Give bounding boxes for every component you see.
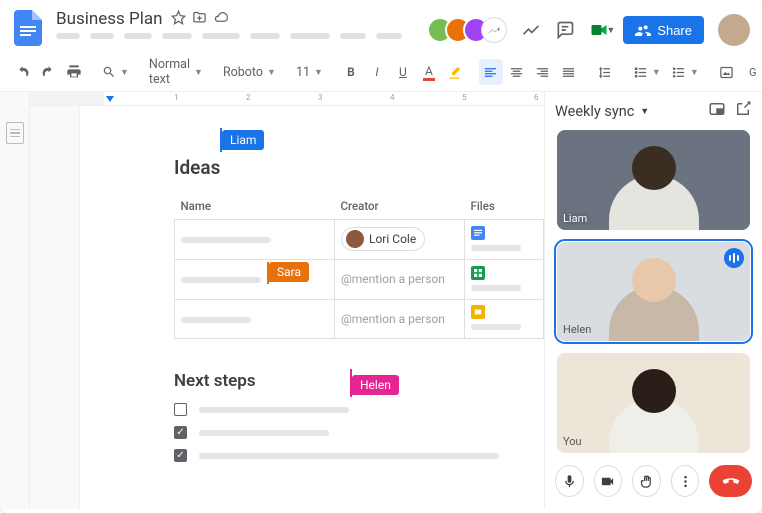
more-options-button[interactable] (671, 465, 700, 497)
font-dropdown[interactable]: Roboto▼ (219, 65, 280, 80)
mention-placeholder[interactable]: @mention a person (341, 272, 445, 286)
video-tile-helen[interactable]: Helen (557, 242, 750, 342)
meet-title-dropdown[interactable]: Weekly sync▼ (555, 103, 700, 120)
cursor-flag-helen: Helen (352, 375, 399, 395)
menu-bar[interactable] (54, 33, 419, 39)
cloud-status-icon[interactable] (213, 10, 229, 29)
align-center-button[interactable] (505, 59, 529, 85)
hangup-button[interactable] (709, 465, 752, 497)
move-icon[interactable] (192, 10, 207, 29)
highlight-button[interactable] (443, 59, 467, 85)
align-right-button[interactable] (531, 59, 555, 85)
camera-button[interactable] (594, 465, 623, 497)
vertical-ruler[interactable] (30, 106, 80, 509)
align-left-button[interactable] (479, 59, 503, 85)
underline-button[interactable]: U (391, 59, 415, 85)
activity-icon[interactable] (521, 20, 541, 40)
meet-panel: Weekly sync▼ Liam Helen You (544, 92, 762, 509)
comments-icon[interactable] (555, 20, 575, 40)
mention-placeholder[interactable]: @mention a person (341, 312, 445, 326)
bulletlist-button[interactable]: ▼ (667, 65, 703, 80)
checkbox-checked[interactable] (174, 426, 187, 439)
line-spacing-button[interactable] (593, 59, 617, 85)
mic-button[interactable] (555, 465, 584, 497)
share-label: Share (657, 23, 692, 38)
document-canvas[interactable]: Ideas Liam Name Creator Files (80, 106, 544, 509)
bold-button[interactable]: B (339, 59, 363, 85)
video-tile-you[interactable]: You (557, 353, 750, 453)
cursor-flag-liam: Liam (222, 130, 264, 150)
pip-icon[interactable] (708, 100, 726, 122)
popout-icon[interactable] (734, 100, 752, 122)
outline-icon[interactable] (6, 122, 24, 144)
col-creator: Creator (335, 197, 465, 220)
account-avatar[interactable] (718, 14, 750, 46)
text-color-button[interactable]: A (417, 59, 441, 85)
style-dropdown[interactable]: Normal text▼ (145, 57, 207, 87)
col-name: Name (175, 197, 335, 220)
fontsize-dropdown[interactable]: 11▼ (292, 65, 327, 80)
horizontal-ruler[interactable]: 1 2 3 4 5 6 (30, 92, 544, 106)
insert-g-button[interactable]: G (741, 59, 762, 85)
docs-logo[interactable] (10, 10, 46, 46)
creator-chip[interactable]: Lori Cole (341, 227, 425, 251)
ideas-table[interactable]: Name Creator Files Lori Cole Sara (174, 197, 544, 339)
share-button[interactable]: Share (623, 16, 704, 44)
undo-button[interactable] (10, 59, 34, 85)
raise-hand-button[interactable] (632, 465, 661, 497)
redo-button[interactable] (36, 59, 60, 85)
insert-image-button[interactable] (715, 59, 739, 85)
speaking-indicator-icon (724, 248, 744, 268)
heading-ideas: Ideas (174, 156, 220, 179)
italic-button[interactable]: I (365, 59, 389, 85)
slides-file-icon[interactable] (471, 305, 485, 319)
toolbar: ▼ Normal text▼ Roboto▼ 11▼ B I U A ▼ ▼ G… (0, 52, 762, 92)
align-justify-button[interactable] (557, 59, 581, 85)
checkbox-unchecked[interactable] (174, 403, 187, 416)
collaborator-avatars[interactable] (427, 17, 507, 43)
print-button[interactable] (62, 59, 86, 85)
meet-icon[interactable]: ▼ (589, 20, 609, 40)
docs-file-icon[interactable] (471, 226, 485, 240)
video-tile-liam[interactable]: Liam (557, 130, 750, 230)
checkbox-checked[interactable] (174, 449, 187, 462)
checklist[interactable]: Helen (174, 403, 544, 462)
cursor-flag-sara: Sara (269, 262, 309, 282)
star-icon[interactable] (171, 10, 186, 29)
col-files: Files (465, 197, 544, 220)
doc-title[interactable]: Business Plan (54, 8, 165, 30)
checklist-button[interactable]: ▼ (629, 65, 665, 80)
heading-next-steps: Next steps (174, 371, 256, 391)
zoom-dropdown[interactable]: ▼ (98, 65, 133, 79)
sheets-file-icon[interactable] (471, 266, 485, 280)
